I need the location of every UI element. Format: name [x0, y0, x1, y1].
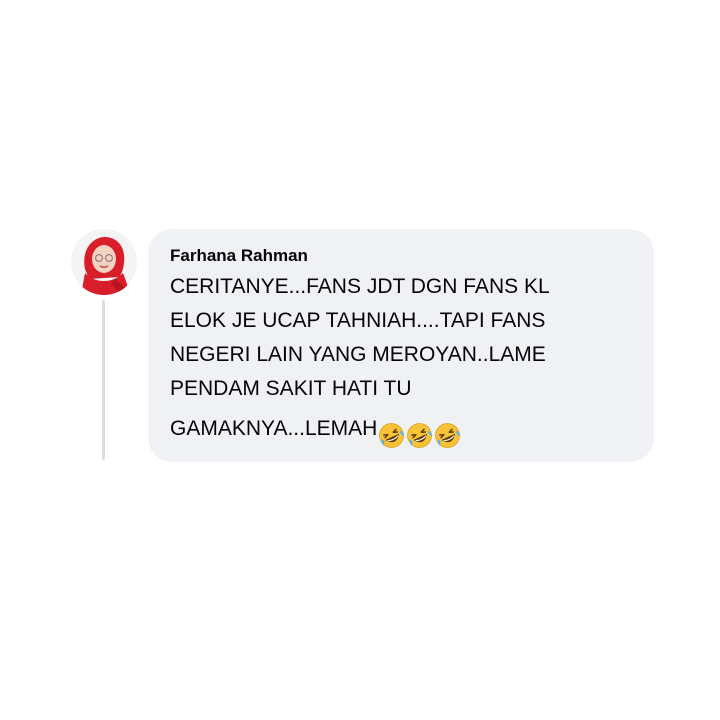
rolling-on-floor-laughing-emoji [407, 423, 433, 448]
reply-thread-line [102, 300, 105, 460]
comment-bubble: Farhana Rahman CERITANYE...FANS JDT DGN … [148, 229, 654, 462]
comment-text-line: CERITANYE...FANS JDT DGN FANS KL [170, 275, 550, 298]
comment-author-name[interactable]: Farhana Rahman [170, 246, 634, 266]
comment-text-line: PENDAM SAKIT HATI TU [170, 377, 412, 400]
rolling-on-floor-laughing-emoji [435, 423, 461, 448]
emoji-group [378, 418, 462, 452]
comment-text-line-last: GAMAKNYA...LEMAH [170, 412, 634, 452]
comment-text-line: GAMAKNYA...LEMAH [170, 417, 378, 440]
comment-text-line: NEGERI LAIN YANG MEROYAN..LAME [170, 343, 546, 366]
comment-text: CERITANYE...FANS JDT DGN FANS KL ELOK JE… [170, 270, 634, 452]
avatar[interactable] [71, 229, 137, 295]
comment-text-line: ELOK JE UCAP TAHNIAH....TAPI FANS [170, 309, 546, 332]
rolling-on-floor-laughing-emoji [379, 423, 405, 448]
